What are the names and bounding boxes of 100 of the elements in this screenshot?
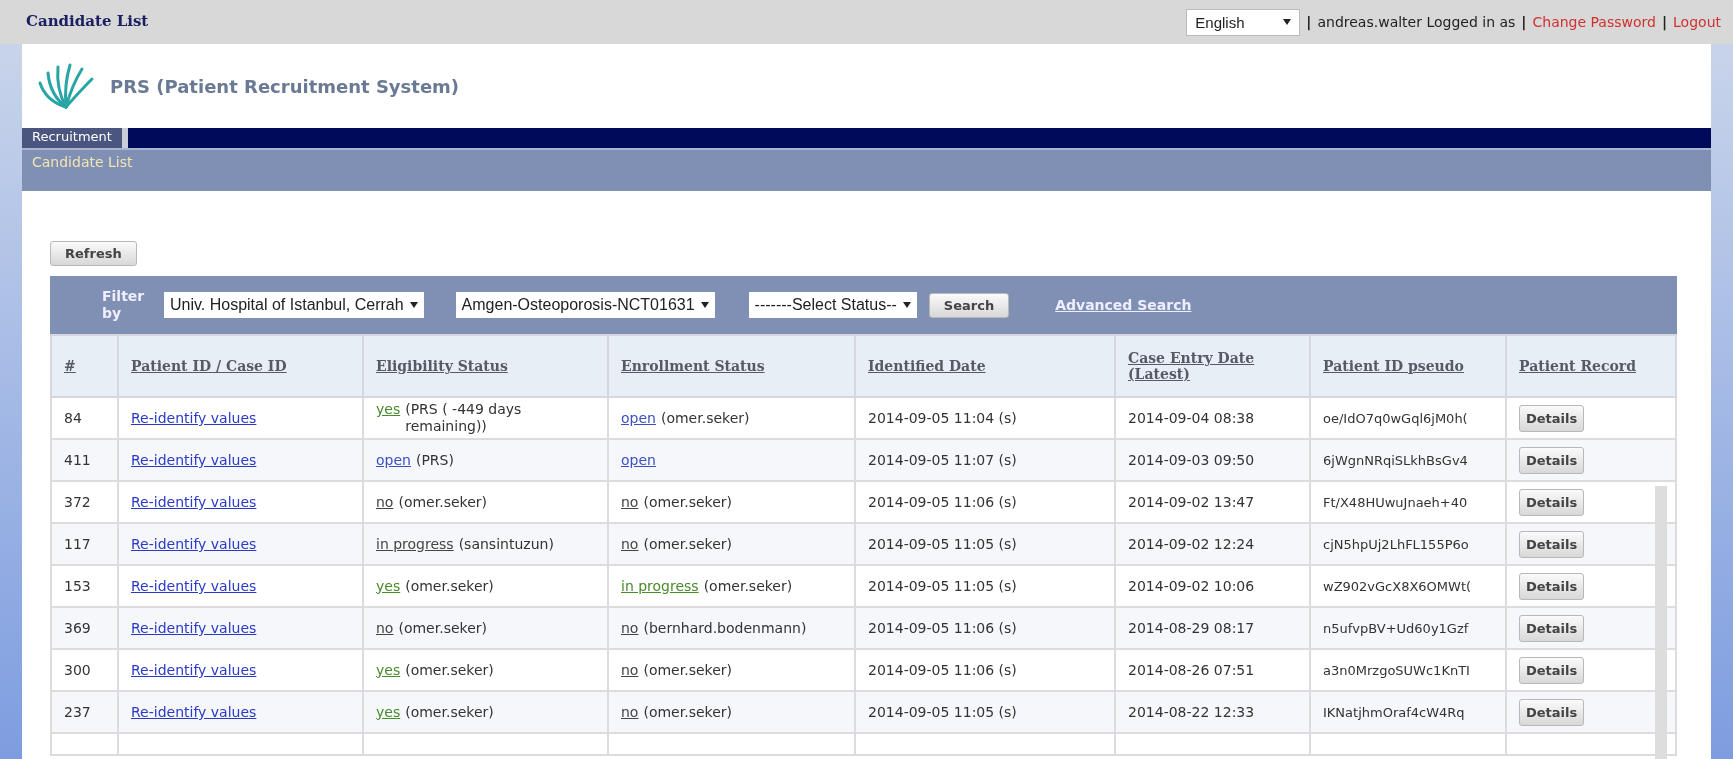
caret-icon xyxy=(902,302,911,308)
table-cell: 2014-08-26 07:51 xyxy=(1128,662,1255,678)
table-cell: 2014-09-04 08:38 xyxy=(1128,410,1255,426)
status-link[interactable]: no xyxy=(621,619,639,636)
table-cell: IKNatjhmOraf4cW4Rq xyxy=(1323,705,1465,720)
caret-icon xyxy=(1283,19,1292,25)
user-text: andreas.walter Logged in as xyxy=(1317,14,1516,30)
table-cell: 372 xyxy=(64,494,91,510)
table-cell: 2014-09-02 13:47 xyxy=(1128,494,1255,510)
details-button[interactable]: Details xyxy=(1519,656,1585,684)
table-cell: 2014-09-05 11:06 (s) xyxy=(868,620,1017,636)
status-link[interactable]: no xyxy=(621,493,639,510)
table-cell: cjN5hpUj2LhFL155P6o xyxy=(1323,537,1469,552)
filter-label: Filter by xyxy=(102,288,146,322)
re-identify-link[interactable]: Re-identify values xyxy=(131,494,257,510)
status-note: (omer.seker) xyxy=(703,577,793,595)
table-cell: 153 xyxy=(64,578,91,594)
status-note: (PRS ( -449 days remaining)) xyxy=(405,401,523,435)
status-link[interactable]: no xyxy=(376,493,394,510)
column-header[interactable]: # xyxy=(64,358,105,374)
menu-tab[interactable]: Recruitment xyxy=(22,128,128,148)
table-cell: 2014-09-03 09:50 xyxy=(1128,452,1255,468)
table-cell: Ft/X48HUwuJnaeh+40 xyxy=(1323,495,1468,510)
status-note: (omer.seker) xyxy=(643,535,732,553)
table-cell: 2014-09-05 11:05 (s) xyxy=(868,704,1017,720)
table-cell: 2014-08-22 12:33 xyxy=(1128,704,1255,720)
table-cell: n5ufvpBV+Ud60y1Gzf xyxy=(1323,621,1469,636)
logout-link[interactable]: Logout xyxy=(1673,14,1721,30)
table-cell: 237 xyxy=(64,704,91,720)
table-cell: 300 xyxy=(64,662,91,678)
re-identify-link[interactable]: Re-identify values xyxy=(131,536,257,552)
app-title: PRS (Patient Recruitment System) xyxy=(110,75,460,97)
status-link[interactable]: no xyxy=(621,703,639,720)
status-link[interactable]: no xyxy=(621,535,639,552)
refresh-button[interactable]: Refresh xyxy=(50,241,137,266)
status-link[interactable]: yes xyxy=(376,577,401,594)
details-button[interactable]: Details xyxy=(1519,698,1585,726)
table-cell: 369 xyxy=(64,620,91,636)
status-note: (omer.seker) xyxy=(643,703,732,721)
status-note: (omer.seker) xyxy=(398,619,487,637)
table-cell: oe/IdO7q0wGql6jM0h( xyxy=(1323,411,1468,426)
status-link[interactable]: no xyxy=(376,619,394,636)
table-cell: 117 xyxy=(64,536,91,552)
status-link[interactable]: in progress xyxy=(376,535,454,552)
table-cell: 2014-09-05 11:05 (s) xyxy=(868,578,1017,594)
status-link[interactable]: open xyxy=(621,409,656,426)
table-cell: a3n0MrzgoSUWc1KnTI xyxy=(1323,663,1470,678)
status-link[interactable]: yes xyxy=(376,661,401,678)
status-link[interactable]: no xyxy=(621,661,639,678)
status-select[interactable]: -------Select Status-- xyxy=(748,292,917,318)
status-link[interactable]: yes xyxy=(376,703,401,720)
change-password-link[interactable]: Change Password xyxy=(1532,14,1656,30)
status-link[interactable]: in progress xyxy=(621,577,699,594)
table-cell: 2014-09-02 10:06 xyxy=(1128,578,1255,594)
table-cell: 2014-09-05 11:06 (s) xyxy=(868,662,1017,678)
search-button[interactable]: Search xyxy=(928,292,1010,318)
caret-icon xyxy=(700,302,709,308)
status-note: (omer.seker) xyxy=(398,493,487,511)
details-button[interactable]: Details xyxy=(1519,404,1585,432)
table-cell: 84 xyxy=(64,410,82,426)
table-cell: 2014-09-05 11:05 (s) xyxy=(868,536,1017,552)
shell-logo-icon xyxy=(36,61,96,111)
separator: | xyxy=(1661,14,1668,30)
status-link[interactable]: yes xyxy=(376,401,401,417)
status-note: (omer.seker) xyxy=(643,661,732,679)
status-note: (PRS) xyxy=(415,451,454,469)
re-identify-link[interactable]: Re-identify values xyxy=(131,704,257,720)
status-note: (omer.seker) xyxy=(405,703,494,721)
status-note: (omer.seker) xyxy=(660,409,750,427)
details-button[interactable]: Details xyxy=(1519,614,1585,642)
details-button[interactable]: Details xyxy=(1519,446,1585,474)
details-button[interactable]: Details xyxy=(1519,572,1585,600)
table-cell: 2014-09-05 11:07 (s) xyxy=(868,452,1017,468)
status-link[interactable]: open xyxy=(621,452,656,468)
status-link[interactable]: open xyxy=(376,451,411,468)
re-identify-link[interactable]: Re-identify values xyxy=(131,620,257,636)
re-identify-link[interactable]: Re-identify values xyxy=(131,578,257,594)
caret-icon xyxy=(409,302,418,308)
table-cell: 6jWgnNRqiSLkhBsGv4 xyxy=(1323,453,1468,468)
scrollbar[interactable] xyxy=(1655,486,1667,759)
breadcrumb: Candidate List xyxy=(31,153,134,172)
table-cell: wZ902vGcX8X6OMWt( xyxy=(1323,579,1472,594)
status-note: (omer.seker) xyxy=(643,493,732,511)
language-select[interactable]: English xyxy=(1186,8,1301,36)
table-cell: 2014-09-05 11:06 (s) xyxy=(868,494,1017,510)
site-select[interactable]: Univ. Hospital of Istanbul, Cerrah xyxy=(164,292,424,318)
details-button[interactable]: Details xyxy=(1519,530,1585,558)
table-cell: 411 xyxy=(64,452,91,468)
page-title: Candidate List xyxy=(26,12,149,30)
table-cell: 2014-09-02 12:24 xyxy=(1128,536,1255,552)
separator: | xyxy=(1306,14,1312,30)
re-identify-link[interactable]: Re-identify values xyxy=(131,662,257,678)
re-identify-link[interactable]: Re-identify values xyxy=(131,410,257,426)
re-identify-link[interactable]: Re-identify values xyxy=(131,452,257,468)
table-cell: 2014-09-05 11:04 (s) xyxy=(868,410,1017,426)
status-note: (sansintuzun) xyxy=(458,535,554,553)
table-cell: 2014-08-29 08:17 xyxy=(1128,620,1255,636)
study-select[interactable]: Amgen-Osteoporosis-NCT01631 xyxy=(455,292,715,318)
details-button[interactable]: Details xyxy=(1519,488,1585,516)
status-note: (omer.seker) xyxy=(405,661,494,679)
